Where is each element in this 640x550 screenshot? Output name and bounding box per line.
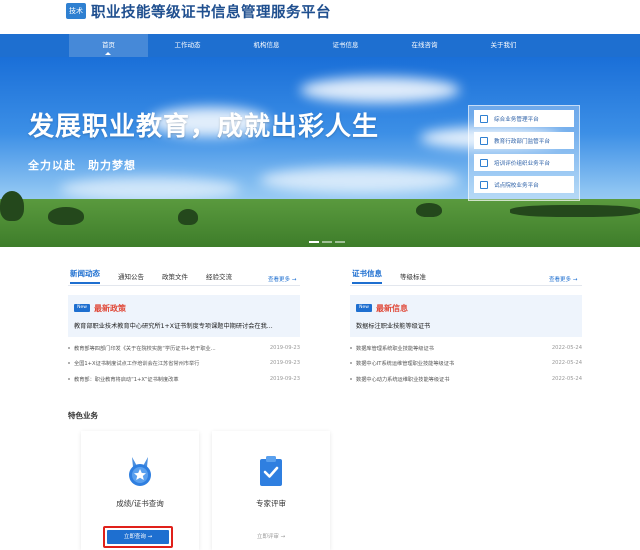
tree-decoration (178, 209, 198, 225)
grid-icon (480, 114, 488, 123)
quick-link-label: 培训评价组织业务平台 (494, 160, 550, 167)
bullet-icon (68, 362, 70, 364)
news-item[interactable]: 教育部：职业教育将启动“1+X”证书制度改革 2019-09-23 (68, 374, 300, 384)
cert-title: 数据中心IT系统运维管理职业技能等级证书 (356, 360, 455, 367)
cert-feature-box[interactable]: New 最新信息 数据标注职业技能等级证书 (350, 295, 582, 337)
feature-label: 最新信息 (376, 304, 408, 313)
cert-date: 2022-05-24 (551, 345, 582, 351)
cert-date: 2022-05-24 (551, 376, 582, 382)
quick-links-panel: 综合业务管理平台 教育行政部门监管平台 培训评价组织业务平台 试点院校业务平台 (468, 105, 580, 201)
cert-item[interactable]: 数据中心动力系统运维职业技能等级证书 2022-05-24 (350, 374, 582, 384)
quick-link-label: 综合业务管理平台 (494, 116, 539, 123)
news-title: 教育部：职业教育将启动“1+X”证书制度改革 (74, 376, 179, 383)
nav-item-work-news[interactable]: 工作动态 (148, 34, 227, 57)
quick-link-admin-platform[interactable]: 综合业务管理平台 (474, 110, 574, 127)
medal-icon (129, 457, 151, 486)
cloud-decoration (260, 167, 460, 193)
carousel-dot[interactable] (322, 241, 332, 243)
school-icon (480, 180, 488, 189)
carousel-indicators (309, 241, 345, 243)
tree-decoration (0, 191, 24, 221)
tab-policies[interactable]: 政策文件 (162, 271, 188, 284)
cert-title: 数据中心动力系统运维职业技能等级证书 (356, 376, 450, 383)
news-date: 2019-09-23 (269, 360, 300, 366)
news-title: 全国1+X证书制度试点工作培训会在江苏省常州市举行 (74, 360, 200, 367)
nav-item-certificates[interactable]: 证书信息 (306, 34, 385, 57)
cert-title: 数据库管理系统职业技能等级证书 (356, 345, 434, 352)
tab-experience[interactable]: 经验交流 (206, 271, 232, 284)
tab-news[interactable]: 新闻动态 (70, 268, 100, 284)
service-card-review[interactable]: 专家评审 立即评审 → (212, 431, 330, 550)
tree-decoration (48, 207, 84, 225)
section-title-services: 特色业务 (68, 411, 98, 420)
building-icon (480, 136, 488, 145)
quick-link-label: 教育行政部门监管平台 (494, 138, 550, 145)
top-header: 技术 职业技能等级证书信息管理服务平台 (0, 0, 640, 34)
site-title[interactable]: 职业技能等级证书信息管理服务平台 (91, 1, 331, 22)
bullet-icon (350, 347, 352, 349)
review-now-link[interactable]: 立即评审 → (212, 532, 330, 540)
cert-date: 2022-05-24 (551, 360, 582, 366)
nav-item-consult[interactable]: 在线咨询 (385, 34, 464, 57)
news-item[interactable]: 全国1+X证书制度试点工作培训会在江苏省常州市举行 2019-09-23 (68, 358, 300, 368)
news-feature-box[interactable]: New 最新政策 教育部职业技术教育中心研究所1+X证书制度专项课题中期研讨会在… (68, 295, 300, 337)
cloud-decoration (60, 177, 240, 201)
news-date: 2019-09-23 (269, 345, 300, 351)
service-name: 专家评审 (256, 499, 286, 508)
nav-item-home[interactable]: 首页 (69, 34, 148, 57)
news-date: 2019-09-23 (269, 376, 300, 382)
news-tabs: 新闻动态 通知公告 政策文件 经验交流 (70, 268, 250, 284)
banner-subtitle: 全力以赴 助力梦想 (28, 159, 136, 172)
query-now-button[interactable]: 立即查询 → (107, 530, 169, 544)
cert-tabs: 证书信息 等级标准 (352, 268, 444, 284)
main-nav: 首页 工作动态 机构信息 证书信息 在线咨询 关于我们 (0, 34, 640, 57)
quick-link-label: 试点院校业务平台 (494, 182, 539, 189)
tree-decoration (510, 205, 640, 217)
cert-more-link[interactable]: 查看更多 → (549, 275, 577, 283)
news-item[interactable]: 教育部等四部门印发《关于在院校实施“学历证书+若干职业... 2019-09-2… (68, 343, 300, 353)
nav-item-about[interactable]: 关于我们 (464, 34, 543, 57)
bullet-icon (350, 378, 352, 380)
clipboard-check-icon (260, 456, 282, 486)
news-more-link[interactable]: 查看更多 → (268, 275, 296, 283)
feature-headline[interactable]: 教育部职业技术教育中心研究所1+X证书制度专项课题中期研讨会在我... (74, 321, 296, 330)
tab-cert-info[interactable]: 证书信息 (352, 268, 382, 284)
tree-decoration (416, 203, 442, 217)
carousel-dot[interactable] (335, 241, 345, 243)
cert-item[interactable]: 数据库管理系统职业技能等级证书 2022-05-24 (350, 343, 582, 353)
divider (350, 285, 582, 286)
cloud-decoration (300, 77, 460, 103)
bullet-icon (350, 362, 352, 364)
banner-title: 发展职业教育，成就出彩人生 (28, 112, 380, 142)
service-name: 成绩/证书查询 (116, 499, 164, 508)
document-icon (480, 158, 488, 167)
feature-headline[interactable]: 数据标注职业技能等级证书 (356, 321, 578, 330)
quick-link-training-platform[interactable]: 培训评价组织业务平台 (474, 154, 574, 171)
service-card-query[interactable]: 成绩/证书查询 立即查询 → (81, 431, 199, 550)
cert-item[interactable]: 数据中心IT系统运维管理职业技能等级证书 2022-05-24 (350, 358, 582, 368)
bullet-icon (68, 378, 70, 380)
divider (68, 285, 300, 286)
tab-notices[interactable]: 通知公告 (118, 271, 144, 284)
tab-standards[interactable]: 等级标准 (400, 271, 426, 284)
news-title: 教育部等四部门印发《关于在院校实施“学历证书+若干职业... (74, 345, 216, 352)
quick-link-supervision-platform[interactable]: 教育行政部门监管平台 (474, 132, 574, 149)
hero-banner: 发展职业教育，成就出彩人生 全力以赴 助力梦想 综合业务管理平台 教育行政部门监… (0, 57, 640, 247)
carousel-dot[interactable] (309, 241, 319, 243)
new-badge: New (74, 304, 90, 312)
nav-item-institutions[interactable]: 机构信息 (227, 34, 306, 57)
bullet-icon (68, 347, 70, 349)
site-logo[interactable]: 技术 (66, 3, 86, 19)
quick-link-school-platform[interactable]: 试点院校业务平台 (474, 176, 574, 193)
new-badge: New (356, 304, 372, 312)
feature-label: 最新政策 (94, 304, 126, 313)
